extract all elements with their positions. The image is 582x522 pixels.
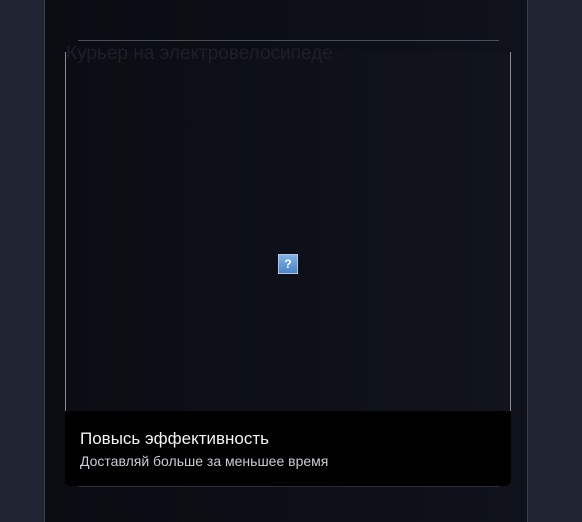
divider-bottom [78, 486, 499, 487]
caption-title: Повысь эффективность [80, 429, 270, 448]
image-frame-left [65, 52, 66, 412]
panel-border-right [527, 0, 528, 522]
caption-subtitle: Доставляй больше за меньшее время [80, 453, 329, 469]
page: Курьер на электровелосипеде ? Повысь эфф… [0, 0, 582, 522]
image-alt-text: Курьер на электровелосипеде [66, 43, 333, 64]
broken-image-icon: ? [278, 254, 298, 274]
card-caption: Повысь эффективность Доставляй больше за… [65, 411, 511, 486]
image-frame-right [510, 52, 511, 412]
divider-top [78, 40, 499, 41]
